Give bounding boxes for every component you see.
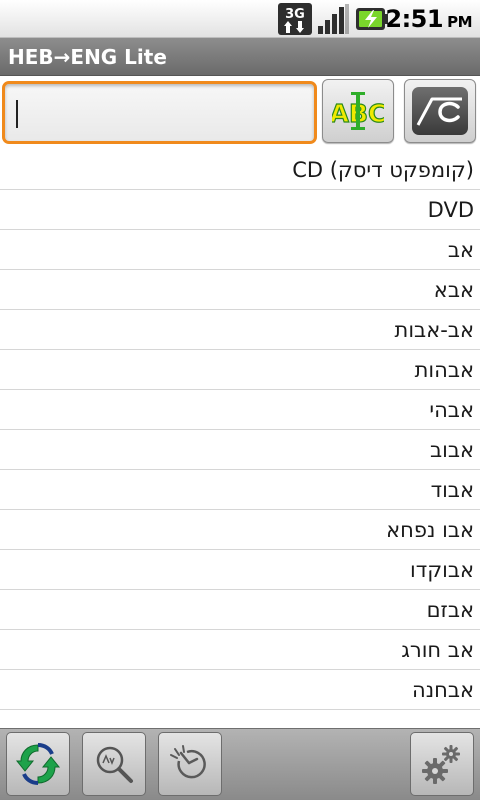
list-item-text: אבוד: [430, 478, 474, 502]
word-list[interactable]: CD (קומפקט דיסק) DVD אב אבא אב-אבות אבהו…: [0, 150, 480, 728]
list-item[interactable]: אבהי: [0, 390, 480, 430]
clear-button[interactable]: [404, 79, 476, 143]
list-item[interactable]: אבחנה: [0, 670, 480, 710]
list-item[interactable]: אבהות: [0, 350, 480, 390]
3g-network-icon: 3G: [278, 3, 312, 35]
history-icon: [170, 745, 206, 779]
abc-keyboard-icon: ABC: [332, 92, 384, 130]
list-item[interactable]: אבוב: [0, 430, 480, 470]
list-item-text: אבוב: [429, 438, 474, 462]
settings-gear-icon: [422, 745, 460, 784]
svg-text:3G: 3G: [285, 7, 305, 22]
settings-button[interactable]: [410, 732, 474, 796]
swap-direction-icon: [15, 743, 61, 785]
battery-charging-icon: [355, 6, 389, 32]
list-item[interactable]: אבא: [0, 270, 480, 310]
signal-strength-icon: [317, 4, 349, 34]
swap-direction-button[interactable]: [6, 732, 70, 796]
clear-icon: [412, 87, 468, 135]
history-button[interactable]: [158, 732, 222, 796]
list-item-text: אב: [447, 238, 474, 262]
list-item-text: אבהות: [414, 358, 474, 382]
list-item-text: אבזם: [426, 598, 474, 622]
search-input[interactable]: [2, 81, 317, 144]
list-item[interactable]: אבו נפחא: [0, 510, 480, 550]
text-cursor: [16, 100, 18, 128]
list-item-text: אבהי: [429, 398, 474, 422]
dictionary-search-icon: [96, 746, 133, 783]
bottom-toolbar: [0, 728, 480, 800]
list-item[interactable]: אבזם: [0, 590, 480, 630]
list-item-text: אבוקדו: [410, 558, 474, 582]
list-item[interactable]: אב חורג: [0, 630, 480, 670]
dictionary-search-button[interactable]: [82, 732, 146, 796]
list-item[interactable]: אב: [0, 230, 480, 270]
list-item[interactable]: אבוד: [0, 470, 480, 510]
keyboard-toggle-button[interactable]: ABC: [322, 79, 394, 143]
search-row: ABC: [0, 76, 480, 150]
status-bar: 3G 2:51 PM: [0, 0, 480, 38]
list-item-text: אב-אבות: [394, 318, 474, 342]
list-item-text: אב חורג: [401, 638, 474, 662]
list-item-text: אבא: [433, 278, 474, 302]
list-item[interactable]: אב-אבות: [0, 310, 480, 350]
app-title: HEB→ENG Lite: [8, 45, 167, 69]
clock-ampm: PM: [447, 13, 472, 31]
list-item-text: DVD: [427, 198, 474, 222]
list-item-text: CD (קומפקט דיסק): [292, 158, 474, 182]
list-item[interactable]: CD (קומפקט דיסק): [0, 150, 480, 190]
clock-time: 2:51: [385, 5, 444, 33]
list-item[interactable]: DVD: [0, 190, 480, 230]
title-bar: HEB→ENG Lite: [0, 38, 480, 76]
list-item-text: אבחנה: [411, 678, 474, 702]
list-item[interactable]: אבוקדו: [0, 550, 480, 590]
list-item-text: אבו נפחא: [386, 518, 474, 542]
clock: 2:51 PM: [385, 5, 472, 33]
